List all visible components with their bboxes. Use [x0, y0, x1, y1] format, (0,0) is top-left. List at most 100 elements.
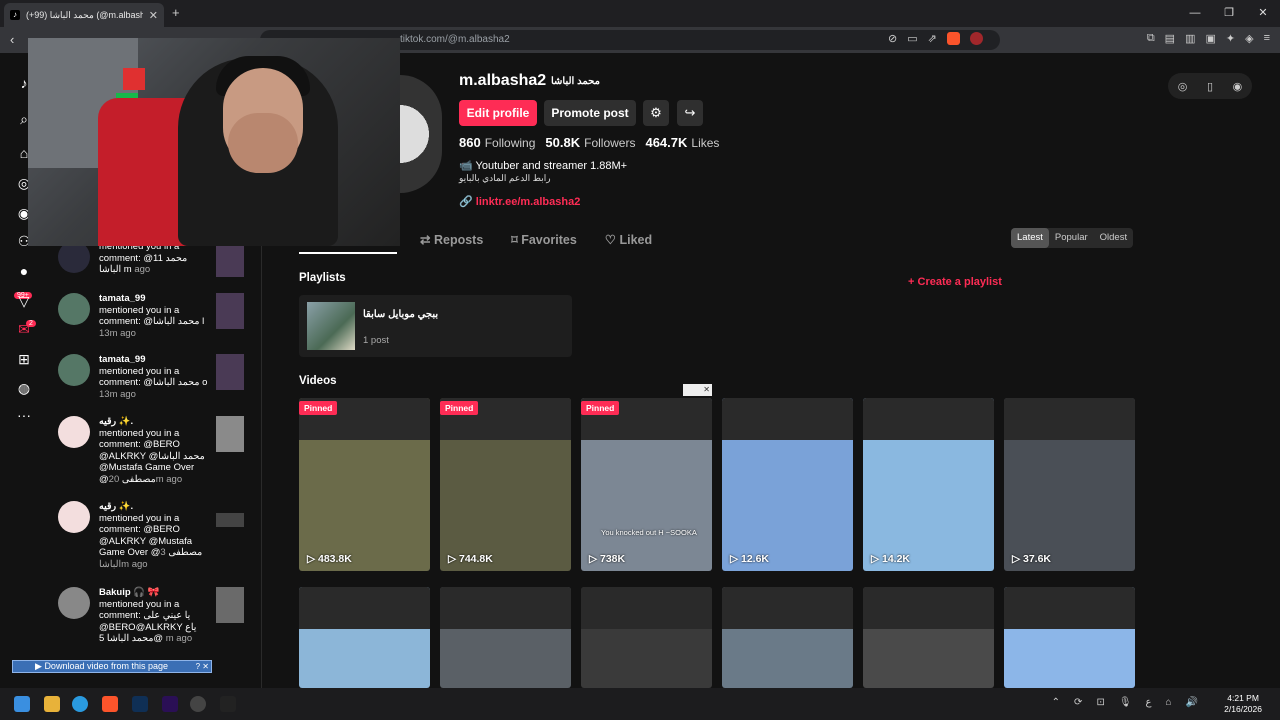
- messages-icon[interactable]: ✉: [14, 319, 34, 339]
- brave-taskbar-icon[interactable]: [102, 696, 118, 712]
- windows-start-icon[interactable]: [14, 696, 30, 712]
- sort-popular[interactable]: Popular: [1049, 228, 1094, 248]
- leo-ai-icon[interactable]: ✦: [1226, 32, 1235, 45]
- create-playlist-button[interactable]: + Create a playlist: [908, 276, 1002, 288]
- video-card[interactable]: [722, 587, 853, 688]
- video-card[interactable]: Pinned ▷ 483.8K: [299, 398, 430, 571]
- clock-date: 2/16/2026: [1224, 704, 1262, 714]
- sidebar-icon[interactable]: ▤: [1165, 32, 1175, 45]
- more-icon[interactable]: ···: [14, 405, 34, 425]
- browser-tab[interactable]: ♪ (+99) محمد الباشا (@m.albasha2) ✕: [4, 3, 164, 27]
- vpn-icon[interactable]: ◈: [1245, 32, 1253, 45]
- playlist-card[interactable]: ببجي موبايل سابقا 1 post: [299, 295, 572, 357]
- tab-liked[interactable]: ♡ Liked: [605, 232, 652, 247]
- create-playlist-label: Create a playlist: [917, 276, 1002, 288]
- share-icon[interactable]: ⇗: [928, 32, 937, 45]
- file-explorer-icon[interactable]: [44, 696, 60, 712]
- bio-link[interactable]: 🔗 linktr.ee/m.albasha2: [459, 195, 580, 208]
- pinned-badge: Pinned: [299, 401, 338, 415]
- restore-icon[interactable]: ❐: [1212, 0, 1246, 27]
- notif-thumbnail[interactable]: [216, 293, 244, 329]
- sort-latest[interactable]: Latest: [1011, 228, 1049, 248]
- download-video-bar[interactable]: ▶ Download video from this page ? ✕: [12, 660, 212, 673]
- brave-rewards-icon[interactable]: [969, 32, 983, 45]
- notif-thumbnail[interactable]: [216, 354, 244, 390]
- video-card[interactable]: Pinned ▷ 744.8K: [440, 398, 571, 571]
- video-card[interactable]: [440, 587, 571, 688]
- tab-reposts[interactable]: ⇄ Reposts: [420, 232, 483, 247]
- edge-icon[interactable]: [72, 696, 88, 712]
- promote-post-button[interactable]: Promote post: [544, 100, 636, 126]
- notif-thumbnail[interactable]: [216, 513, 244, 527]
- menu-icon[interactable]: ≡: [1264, 32, 1270, 45]
- playlist-thumbnail: [307, 302, 355, 350]
- minimize-icon[interactable]: —: [1178, 0, 1212, 27]
- system-tray: ⌃ ⟳ ⊡ 🎙 ع ⌂ 🔊: [1052, 697, 1198, 708]
- close-window-icon[interactable]: ✕: [1246, 0, 1280, 27]
- update-icon[interactable]: ⟳: [1074, 697, 1082, 708]
- settings-gear-icon[interactable]: ⚙: [643, 100, 669, 126]
- video-card[interactable]: ▷ 14.2K: [863, 398, 994, 571]
- video-card[interactable]: Pinned You knocked out H ~SOOKA ▷ 738K: [581, 398, 712, 571]
- brave-shield-icon[interactable]: [946, 32, 960, 45]
- profile-avatar-icon[interactable]: ●: [14, 261, 34, 281]
- video-card[interactable]: ▷ 37.6K: [1004, 398, 1135, 571]
- red-light: [123, 68, 145, 90]
- device-icon[interactable]: ▯: [1207, 80, 1213, 93]
- cast-icon[interactable]: ▭: [907, 32, 917, 45]
- usb-icon[interactable]: ⊡: [1096, 697, 1104, 708]
- premiere-icon[interactable]: [162, 696, 178, 712]
- back-arrow-icon[interactable]: ‹: [10, 32, 14, 47]
- heart-icon: ♡: [604, 233, 617, 247]
- bio-line-1: 📹 Youtuber and streamer 1.88M+: [459, 160, 628, 172]
- download-bar-close-icon[interactable]: ? ✕: [196, 661, 209, 672]
- tab-favorites[interactable]: ⌑ Favorites: [511, 232, 577, 247]
- split-view-icon[interactable]: ▥: [1185, 32, 1195, 45]
- extensions-icon[interactable]: ⧉: [1147, 32, 1155, 45]
- volume-icon[interactable]: 🔊: [1186, 697, 1198, 708]
- photoshop-icon[interactable]: [132, 696, 148, 712]
- mic-icon[interactable]: 🎙: [1119, 697, 1132, 708]
- active-tab-indicator: [299, 252, 397, 254]
- close-tab-icon[interactable]: ✕: [149, 9, 158, 22]
- notif-user: Bakuip 🎧 🎀: [99, 587, 160, 598]
- pinned-badge: Pinned: [581, 401, 620, 415]
- video-card[interactable]: [1004, 587, 1135, 688]
- notif-thumbnail[interactable]: [216, 587, 244, 623]
- account-avatar-icon[interactable]: ◍: [14, 378, 34, 398]
- following-label: Following: [484, 136, 536, 150]
- notif-thumbnail[interactable]: [216, 241, 244, 277]
- wallet-icon[interactable]: ▣: [1205, 32, 1215, 45]
- taskbar-clock[interactable]: 4:21 PM 2/16/2026: [1224, 693, 1262, 715]
- facecam-strip: [1004, 398, 1135, 440]
- share-profile-icon[interactable]: ↪: [677, 100, 703, 126]
- ad-close-icon[interactable]: ✕: [683, 384, 712, 396]
- video-card[interactable]: [863, 587, 994, 688]
- facecam-strip: [1004, 587, 1135, 629]
- notif-time: 13m ago: [99, 388, 136, 400]
- chevron-up-icon[interactable]: ⌃: [1052, 697, 1060, 708]
- following-stat[interactable]: 860 Following: [459, 135, 535, 150]
- tiktok-favicon-icon: ♪: [10, 10, 20, 20]
- edit-profile-button[interactable]: Edit profile: [459, 100, 537, 126]
- videos-heading: Videos: [299, 375, 337, 387]
- no-tracking-icon[interactable]: ⊘: [888, 32, 897, 45]
- notif-thumbnail[interactable]: [216, 416, 244, 452]
- inbox-icon[interactable]: ▽: [14, 291, 34, 311]
- video-card[interactable]: [581, 587, 712, 688]
- coins-icon[interactable]: ◎: [1178, 80, 1188, 93]
- view-count: ▷ 14.2K: [871, 553, 911, 565]
- new-tab-icon[interactable]: +: [172, 5, 180, 20]
- obs-icon[interactable]: [190, 696, 206, 712]
- profile-nickname: محمد الباشا: [551, 76, 600, 87]
- omnibox-actions: ⊘ ▭ ⇗: [888, 32, 983, 45]
- language-icon[interactable]: ع: [1146, 697, 1152, 708]
- network-icon[interactable]: ⌂: [1166, 697, 1172, 708]
- video-card[interactable]: ▷ 12.6K: [722, 398, 853, 571]
- sort-oldest[interactable]: Oldest: [1094, 228, 1133, 248]
- account-avatar-icon[interactable]: ◉: [1233, 80, 1243, 93]
- capcut-icon[interactable]: [220, 696, 236, 712]
- video-card[interactable]: [299, 587, 430, 688]
- followers-stat[interactable]: 50.8K Followers: [545, 135, 635, 150]
- upload-icon[interactable]: ⊞: [14, 349, 34, 369]
